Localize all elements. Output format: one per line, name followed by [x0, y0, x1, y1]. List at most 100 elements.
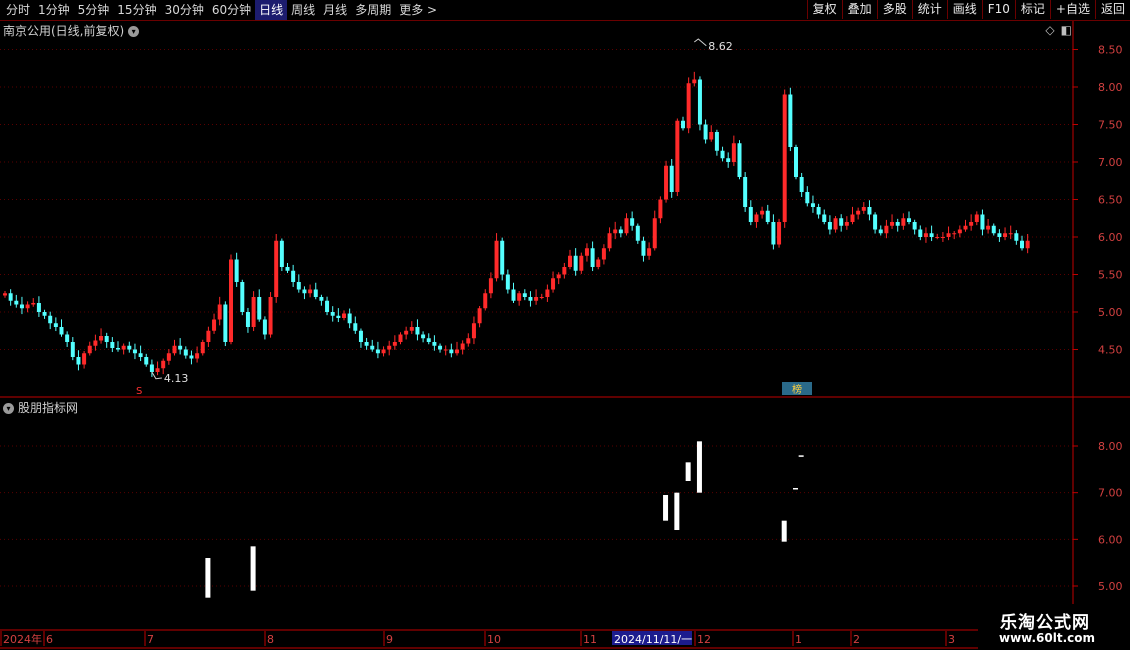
candle-body: [155, 368, 160, 372]
candle-body: [709, 132, 714, 140]
candle-body: [952, 233, 957, 235]
indicator-tick-label: 7.00: [1098, 487, 1123, 500]
candle-body: [161, 360, 166, 369]
xaxis-label: 9: [386, 633, 393, 646]
candle-body: [822, 214, 827, 222]
indicator-box: [205, 558, 211, 598]
candle-body: [675, 120, 680, 192]
candle-body: [782, 94, 787, 222]
candle-body: [816, 207, 821, 215]
candle-body: [635, 225, 640, 241]
candle-body: [743, 177, 748, 207]
candle-body: [449, 349, 454, 354]
candle-body: [110, 342, 115, 348]
candle-body: [912, 222, 917, 230]
price-tick-label: 7.00: [1098, 156, 1123, 169]
candle-body: [1003, 233, 1008, 237]
candle-body: [330, 312, 335, 316]
indicator-title-area[interactable]: ▾ 股朋指标网: [3, 399, 78, 416]
candle-body: [217, 304, 222, 320]
xaxis-label: 2024年: [3, 632, 42, 646]
candle-body: [398, 334, 403, 342]
candle-body: [517, 293, 522, 301]
candle-body: [777, 222, 782, 245]
xaxis-label: 11: [583, 633, 597, 646]
candle-body: [827, 222, 832, 230]
candle-body: [935, 237, 940, 238]
chevron-down-icon[interactable]: ▾: [128, 26, 140, 37]
xaxis-label: 6: [46, 633, 53, 646]
candle-body: [166, 353, 171, 361]
candle-body: [957, 229, 962, 234]
candle-body: [607, 233, 612, 249]
indicator-tick-label: 8.00: [1098, 440, 1123, 453]
candle-body: [178, 345, 183, 350]
main-chart-title-area[interactable]: 南京公用(日线,前复权) ▾: [3, 22, 140, 39]
candle-body: [839, 218, 844, 226]
candle-body: [138, 353, 143, 357]
watermark-title: 乐淘公式网: [1000, 613, 1090, 633]
candle-body: [873, 214, 878, 230]
candle-body: [522, 293, 527, 297]
candle-body: [890, 222, 895, 226]
price-tick-label: 5.50: [1098, 269, 1123, 282]
candle-body: [681, 120, 685, 129]
candle-body: [511, 289, 516, 301]
candle-body: [93, 340, 98, 346]
candle-body: [132, 349, 137, 354]
candle-body: [466, 338, 471, 344]
indicator-box: [674, 492, 680, 531]
candle-body: [460, 343, 465, 350]
candle-body: [568, 255, 572, 267]
candle-body: [788, 94, 793, 147]
candle-body: [584, 248, 589, 256]
watermark: 乐淘公式网 www.60lt.com: [978, 604, 1130, 650]
candle-body: [336, 315, 341, 318]
candle-body: [907, 218, 911, 222]
rank-badge-label: 榜: [792, 383, 802, 396]
candle-body: [36, 303, 41, 312]
sell-marker: S: [136, 386, 142, 397]
candle-body: [720, 150, 725, 159]
panel-toggle-icon[interactable]: ◧: [1061, 23, 1072, 37]
candle-body: [257, 297, 262, 320]
candle-body: [991, 225, 996, 234]
candle-body: [82, 353, 87, 365]
candle-body: [189, 355, 194, 359]
indicator-box: [696, 441, 702, 493]
candle-body: [946, 233, 951, 237]
chevron-down-icon[interactable]: ▾: [3, 403, 14, 414]
candle-body: [325, 300, 330, 312]
candle-body: [70, 342, 75, 357]
candle-body: [647, 248, 652, 256]
candle-body: [87, 345, 92, 354]
candle-body: [99, 336, 104, 341]
indicator-box: [793, 488, 798, 490]
candle-body: [918, 229, 923, 237]
xaxis-label: 2: [853, 633, 860, 646]
candle-body: [618, 229, 623, 234]
candle-body: [229, 259, 233, 342]
candle-body: [494, 240, 499, 279]
candlestick-chart[interactable]: 8.50 8.00 7.50 7.00 6.50 6.00 5.50 5.00 4.50 8.00…: [0, 0, 1130, 650]
candle-body: [1025, 240, 1030, 249]
indicator-box: [685, 462, 691, 482]
panel-tools: ◇ ◧: [1039, 23, 1072, 37]
candle-body: [65, 334, 70, 342]
price-tick-label: 8.50: [1098, 44, 1123, 57]
diamond-icon[interactable]: ◇: [1045, 23, 1054, 37]
price-tick-label: 8.00: [1098, 81, 1123, 94]
candle-body: [940, 237, 945, 238]
candle-body: [342, 313, 346, 318]
price-tick-label: 7.50: [1098, 119, 1123, 132]
candle-body: [545, 289, 550, 297]
candle-body: [810, 203, 815, 207]
candle-body: [223, 304, 228, 342]
candle-body: [986, 225, 991, 230]
candle-body: [500, 240, 505, 275]
cursor-date-label: 2024/11/11/一: [614, 633, 692, 646]
candle-body: [641, 240, 646, 256]
candle-body: [19, 304, 24, 309]
candle-body: [658, 199, 663, 219]
candle-body: [240, 282, 245, 312]
